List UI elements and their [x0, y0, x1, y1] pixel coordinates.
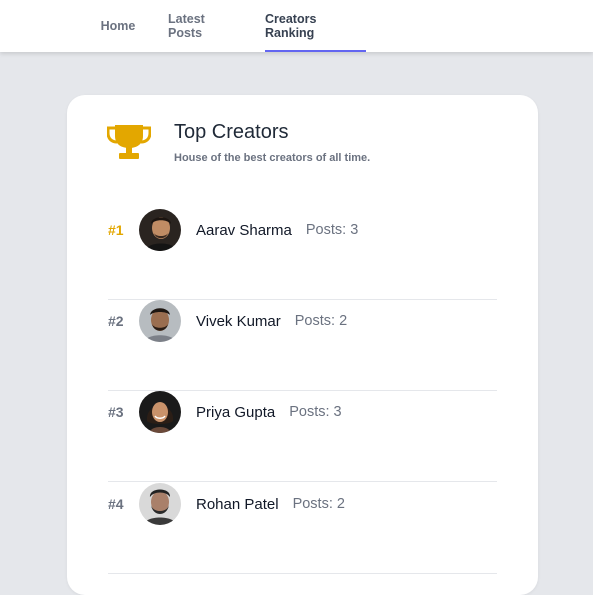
rank-badge: #2 — [108, 313, 124, 329]
avatar[interactable] — [139, 209, 181, 251]
rank-badge: #4 — [108, 496, 124, 512]
creator-post-count: Posts: 3 — [289, 404, 342, 420]
card-title: Top Creators — [174, 121, 289, 143]
tab-creators-ranking[interactable]: Creators Ranking — [265, 0, 366, 52]
avatar[interactable] — [139, 483, 181, 525]
creator-row[interactable]: #3 Priya Gupta Posts: 3 — [108, 391, 497, 482]
creator-post-count: Posts: 3 — [305, 222, 359, 238]
creator-row[interactable]: #2 Vivek Kumar Posts: 2 — [108, 300, 497, 391]
creator-name[interactable]: Aarav Sharma — [196, 222, 292, 239]
card-subtitle: House of the best creators of all time. — [174, 152, 371, 164]
tab-home[interactable]: Home — [100, 0, 136, 52]
creator-name[interactable]: Rohan Patel — [196, 496, 279, 513]
creator-name[interactable]: Vivek Kumar — [196, 313, 281, 330]
creator-post-count: Posts: 2 — [294, 313, 348, 329]
rank-badge: #1 — [108, 222, 124, 238]
tab-latest-posts[interactable]: Latest Posts — [168, 0, 235, 52]
avatar[interactable] — [139, 300, 181, 342]
trophy-icon — [107, 125, 151, 159]
creator-row[interactable]: #1 Aarav Sharma Posts: 3 — [108, 209, 497, 300]
top-navigation: Home Latest Posts Creators Ranking — [0, 0, 593, 52]
top-creators-card: Top Creators House of the best creators … — [67, 95, 538, 595]
avatar[interactable] — [139, 391, 181, 433]
rank-badge: #3 — [108, 404, 124, 420]
creator-name[interactable]: Priya Gupta — [196, 404, 275, 421]
creator-post-count: Posts: 2 — [292, 496, 345, 512]
creator-row[interactable]: #4 Rohan Patel Posts: 2 — [108, 483, 497, 574]
